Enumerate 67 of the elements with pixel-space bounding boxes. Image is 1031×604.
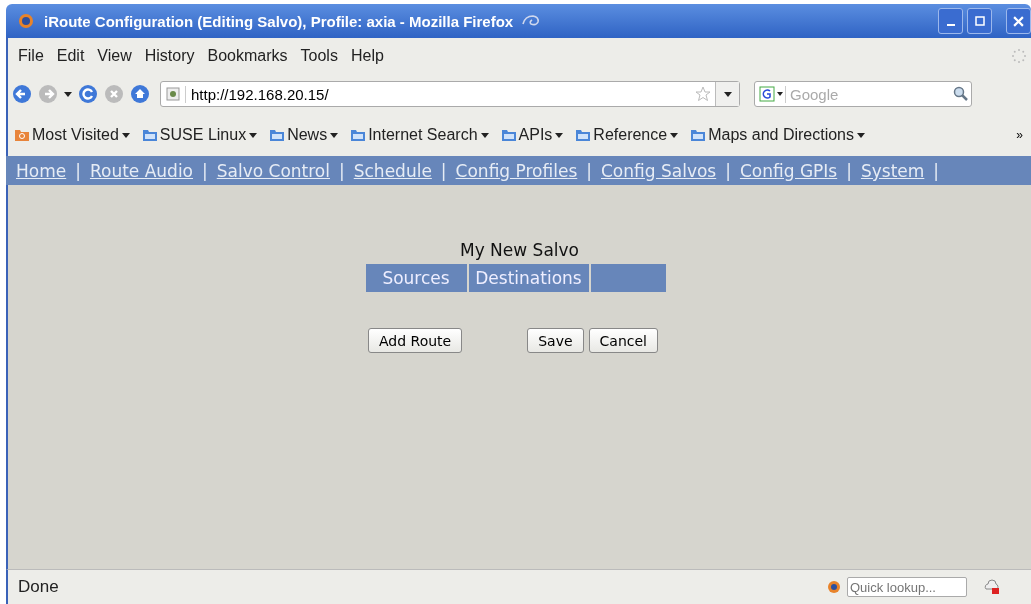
caret-icon [723,91,732,97]
folder-icon [141,127,158,143]
column-header: Sources [365,264,467,292]
folder-icon [690,127,707,143]
separator: | [440,160,447,181]
bookmark-folder[interactable]: Most Visited [14,126,130,144]
caret-icon [670,132,679,138]
caret-icon [555,132,564,138]
window-title: iRoute Configuration (Editing Salvo), Profile: axia - Mozilla Firefox [44,12,514,30]
search-engine-icon[interactable] [759,86,785,102]
separator: | [586,160,592,181]
star-icon[interactable] [695,86,711,102]
caret-icon [330,132,339,138]
maximize-icon [974,16,985,26]
throbber-icon [1011,48,1027,64]
minimize-icon [946,24,955,26]
overflow-chevron[interactable]: » [1016,128,1023,142]
menu-item[interactable]: History [144,47,195,65]
folder-icon [269,127,286,143]
menu-item[interactable]: Tools [300,47,338,65]
address-field[interactable]: http://192.168.20.15/ [160,81,740,107]
folder-icon [500,127,517,143]
minimize-button[interactable] [938,8,963,34]
search-icon[interactable] [953,86,969,102]
close-button[interactable] [1006,8,1031,34]
menu-item[interactable]: View [97,47,132,65]
reload-icon[interactable] [78,84,98,104]
folder-icon [350,127,367,143]
bookmark-folder[interactable]: SUSE Linux [141,126,258,144]
folder-icon [575,127,592,143]
menu-item[interactable]: Help [350,47,384,65]
browser-logo-icon [18,13,34,29]
close-icon [1013,15,1024,27]
column-header: Destinations [468,264,589,292]
history-dropdown-button[interactable] [715,82,739,106]
salvo-title: My New Salvo [460,240,579,260]
menu-item[interactable]: Bookmarks [207,47,288,65]
bookmark-folder[interactable]: Maps and Directions [690,126,865,144]
bookmark-folder[interactable]: APIs [500,126,564,144]
page-icon [166,87,180,101]
offline-status-icon [983,579,1001,595]
caret-icon[interactable] [64,91,72,97]
caret-icon [480,132,489,138]
separator: | [339,160,345,181]
bookmark-folder[interactable]: News [269,126,339,144]
lookup-icon[interactable] [826,579,842,595]
bookmark-folder[interactable]: Reference [575,126,679,144]
separator: | [846,160,852,181]
add-route-button[interactable]: Add Route [368,328,463,353]
separator: | [75,160,81,181]
caret-icon [249,132,258,138]
separator: | [933,160,940,181]
caret-icon [121,132,130,138]
quick-lookup-field[interactable]: Quick lookup... [847,577,967,597]
separator: | [202,160,208,181]
status-text: Done [18,577,59,597]
menu-item[interactable]: Edit [56,47,85,65]
cancel-button[interactable]: Cancel [588,328,658,353]
caret-icon [857,132,865,138]
back-icon[interactable] [12,84,32,104]
maximize-button[interactable] [967,8,992,34]
bookmark-folder[interactable]: Internet Search [350,126,489,144]
separator: | [725,160,731,181]
menu-item[interactable]: File [18,47,44,65]
smart-folder-icon [14,127,30,143]
save-button[interactable]: Save [527,328,584,353]
home-icon[interactable] [130,84,150,104]
